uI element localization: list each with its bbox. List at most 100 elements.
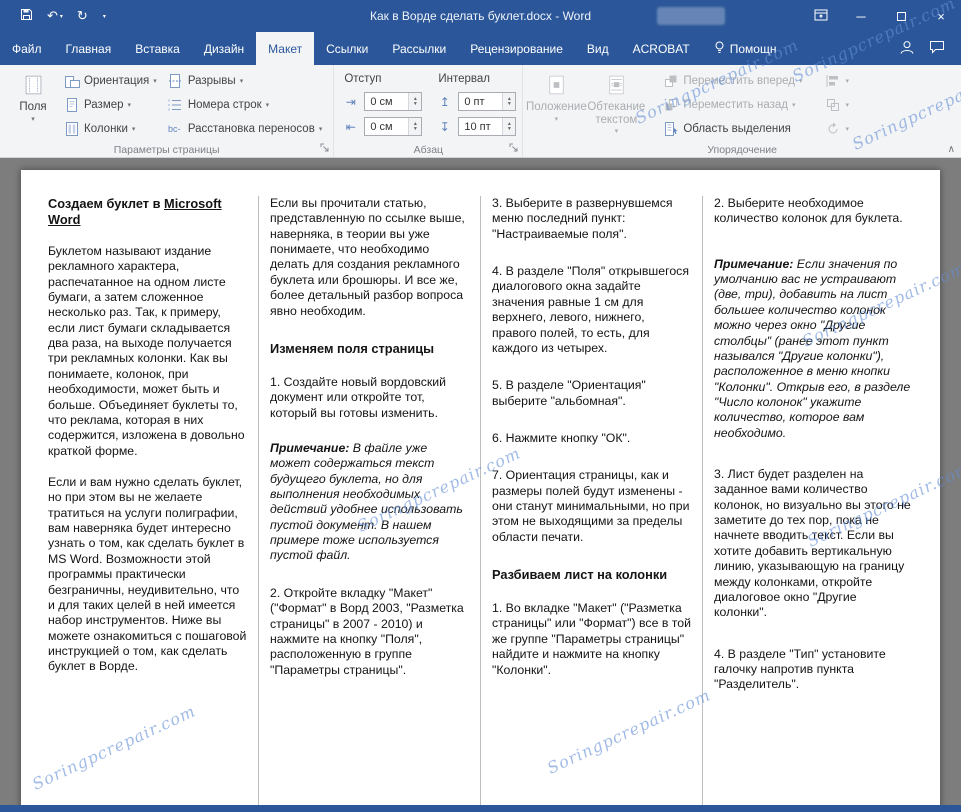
undo-button[interactable]: ↶ ▾ (41, 6, 69, 26)
tab-acrobat[interactable]: ACROBAT (621, 32, 702, 65)
chevron-down-icon: ▾ (31, 115, 35, 123)
breaks-button[interactable]: Разрывы ▾ (162, 69, 328, 93)
margins-label: Поля (19, 101, 47, 113)
doc-column-4: 2. Выберите необходимое количество колон… (703, 196, 924, 805)
margins-button[interactable]: Поля ▾ (8, 68, 58, 123)
spacing-label: Интервал (438, 73, 490, 85)
selection-pane-button[interactable]: Область выделения (657, 117, 807, 141)
chevron-down-icon: ▾ (127, 102, 132, 109)
customize-qat-button[interactable]: ▾ (96, 11, 112, 22)
close-button[interactable]: × (921, 0, 961, 32)
chevron-down-icon: ▾ (554, 115, 559, 123)
send-backward-icon (662, 97, 679, 113)
lightbulb-icon (714, 41, 725, 57)
dialog-launcher-icon (509, 141, 519, 156)
group-icon (824, 97, 841, 113)
chevron-down-icon: ▾ (59, 13, 63, 20)
selection-pane-icon (662, 121, 679, 137)
redo-button[interactable]: ↻ (71, 6, 94, 26)
tab-design[interactable]: Дизайн (192, 32, 256, 65)
spacing-before-input[interactable]: 0 пт ▲ ▼ (458, 92, 517, 111)
spinner-buttons[interactable]: ▲ ▼ (408, 93, 422, 110)
spacing-before-icon: ↥ (439, 94, 450, 109)
position-label: Положение (525, 101, 587, 113)
comments-button[interactable] (929, 40, 945, 57)
doc-heading: Создаем буклет в Microsoft Word (48, 196, 222, 227)
ribbon-display-options-button[interactable] (801, 0, 841, 32)
group-label-paragraph: Абзац (413, 144, 444, 156)
send-backward-button[interactable]: Переместить назад ▾ (657, 93, 807, 117)
group-page-setup: Поля ▾ Ориентация ▾ Размер ▾ Колонки ▾ Р… (0, 65, 335, 157)
tab-tell-me[interactable]: Помощн (702, 32, 789, 65)
dialog-launcher-icon (320, 141, 330, 156)
spinner-buttons[interactable]: ▲ ▼ (408, 118, 422, 135)
spinner-buttons[interactable]: ▲ ▼ (502, 118, 516, 135)
position-button[interactable]: Положение ▾ (526, 68, 587, 123)
align-objects-button[interactable]: ▾ (819, 69, 854, 93)
tab-insert[interactable]: Вставка (123, 32, 192, 65)
user-icon (899, 40, 915, 58)
save-button[interactable] (14, 6, 39, 26)
hyphenation-button[interactable]: bc- Расстановка переносов ▾ (162, 117, 328, 141)
indent-left-icon: ⇥ (345, 94, 356, 109)
orientation-button[interactable]: Ориентация ▾ (58, 69, 162, 93)
tab-view[interactable]: Вид (575, 32, 621, 65)
wrap-text-label: Обтекание текстом (587, 101, 646, 126)
spinner-buttons[interactable]: ▲ ▼ (502, 93, 516, 110)
collapse-ribbon-button[interactable]: ∧ (948, 144, 955, 155)
indent-left-input[interactable]: 0 см ▲ ▼ (364, 92, 423, 111)
tabbar-right-icons (899, 32, 961, 65)
tab-file[interactable]: Файл (0, 32, 54, 65)
chevron-down-icon: ▾ (845, 126, 849, 133)
paragraph: 2. Откройте вкладку "Макет" ("Формат" в … (270, 585, 464, 677)
document-area: Создаем буклет в Microsoft Word Буклетом… (0, 158, 961, 805)
columns-button[interactable]: Колонки ▾ (58, 117, 162, 141)
wrap-text-button[interactable]: Обтекание текстом ▾ (585, 68, 647, 136)
account-area (657, 7, 725, 25)
tab-mailings[interactable]: Рассылки (380, 32, 458, 65)
paragraph: 4. В разделе "Тип" установите галочку на… (714, 646, 886, 692)
rotate-objects-button[interactable]: ▾ (819, 117, 854, 141)
spacing-after-input[interactable]: 10 пт ▲ ▼ (458, 117, 517, 136)
paragraph-dialog-launcher[interactable] (507, 142, 520, 155)
margins-icon (25, 71, 42, 99)
page-setup-dialog-launcher[interactable] (318, 142, 331, 155)
hyphenation-label: Расстановка переносов (187, 123, 315, 135)
line-numbers-button[interactable]: Номера строк ▾ (162, 93, 328, 117)
group-label-page-setup: Параметры страницы (113, 144, 220, 156)
document-page[interactable]: Создаем буклет в Microsoft Word Буклетом… (21, 170, 940, 805)
paragraph: 5. В разделе "Ориентация" выберите "альб… (492, 378, 646, 408)
tab-review[interactable]: Рецензирование (458, 32, 575, 65)
tab-home[interactable]: Главная (54, 32, 124, 65)
chevron-down-icon: ▾ (131, 126, 136, 133)
selection-pane-label: Область выделения (683, 123, 791, 135)
status-bar (0, 805, 961, 812)
redo-icon: ↻ (76, 8, 88, 23)
size-button[interactable]: Размер ▾ (58, 93, 162, 117)
bring-forward-button[interactable]: Переместить вперед ▾ (657, 69, 807, 93)
indent-right-value: 0 см (370, 120, 393, 133)
maximize-button[interactable] (881, 0, 921, 32)
chevron-down-icon: ▾ (845, 78, 849, 85)
account-button[interactable] (899, 40, 915, 58)
doc-heading: Изменяем поля страницы (270, 340, 435, 356)
doc-column-1: Создаем буклет в Microsoft Word Буклетом… (37, 196, 258, 805)
indent-right-icon: ⇤ (345, 119, 356, 134)
line-numbers-icon (167, 97, 184, 113)
send-backward-label: Переместить назад (683, 99, 788, 111)
doc-heading: Разбиваем лист на колонки (492, 567, 668, 583)
group-objects-button[interactable]: ▾ (819, 93, 854, 117)
spin-down-icon: ▼ (506, 100, 512, 107)
wrap-text-icon (608, 71, 625, 99)
indent-right-input[interactable]: 0 см ▲ ▼ (364, 117, 423, 136)
tab-layout[interactable]: Макет (256, 32, 315, 65)
tab-references[interactable]: Ссылки (314, 32, 380, 65)
chevron-down-icon: ▾ (153, 78, 157, 85)
paragraph: Если и вам нужно сделать буклет, но при … (48, 475, 247, 674)
paragraph: 6. Нажмите кнопку "ОК". (492, 430, 631, 445)
window-controls: ─ × (801, 0, 961, 32)
chevron-down-icon: ▾ (845, 102, 849, 109)
page-break-icon (167, 73, 184, 89)
minimize-button[interactable]: ─ (841, 0, 881, 32)
close-icon: × (937, 8, 945, 24)
